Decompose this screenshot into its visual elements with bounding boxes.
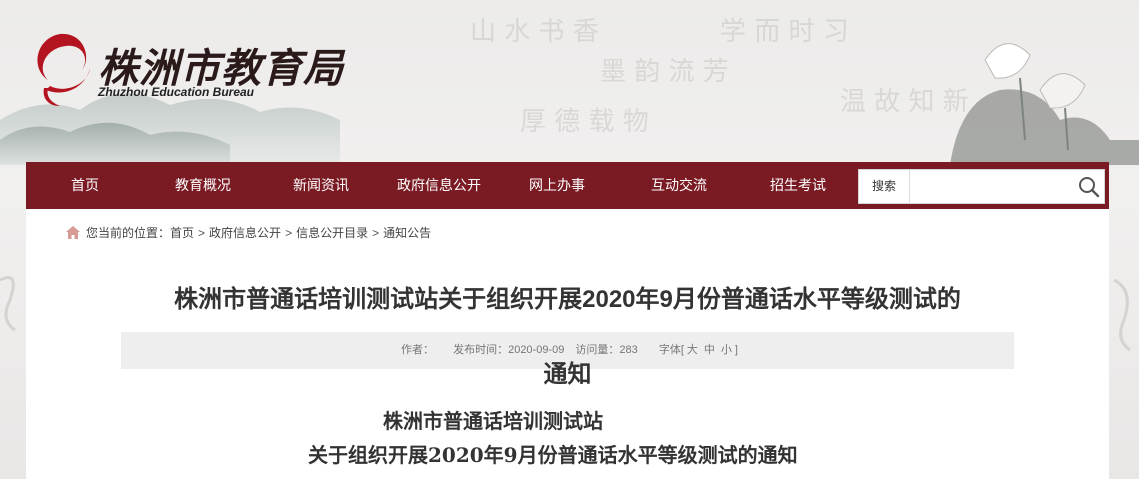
main-nav: 首页 教育概况 新闻资讯 政府信息公开 网上办事 互动交流 招生考试 搜索 [26, 162, 1109, 210]
home-icon [66, 226, 80, 239]
breadcrumb-item-gov-info[interactable]: 政府信息公开 [209, 224, 281, 241]
search-label: 搜索 [859, 170, 910, 203]
nav-item-online-service[interactable]: 网上办事 [498, 162, 616, 209]
svg-text:山 水 书 香: 山 水 书 香 [470, 17, 599, 47]
svg-text:学 而 时 习: 学 而 时 习 [720, 17, 849, 47]
page: 山 水 书 香 墨 韵 流 芳 学 而 时 习 温 故 知 新 厚 德 载 物 … [0, 0, 1139, 479]
breadcrumb-prefix: 您当前的位置： [86, 226, 171, 240]
logo-emblem-icon [37, 33, 90, 106]
breadcrumb-separator: > [285, 225, 293, 240]
nav-item-overview[interactable]: 教育概况 [144, 162, 262, 209]
article-body-heading-org: 株洲市普通话培训测试站 [383, 409, 603, 433]
svg-text:厚 德 载 物: 厚 德 载 物 [520, 107, 649, 137]
nav-item-admissions[interactable]: 招生考试 [742, 162, 854, 209]
site-logo[interactable]: 株洲市教育局 Zhuzhou Education Bureau [26, 28, 343, 112]
breadcrumb-item-notice[interactable]: 通知公告 [383, 224, 431, 241]
breadcrumb-separator: > [372, 225, 380, 240]
article-body-heading-subject: 关于组织开展2020年9月份普通话水平等级测试的通知 [308, 443, 798, 467]
nav-item-interaction[interactable]: 互动交流 [616, 162, 742, 209]
article-title-continued: 通知 [543, 361, 592, 388]
svg-text:温 故 知 新: 温 故 知 新 [840, 87, 969, 117]
breadcrumb-item-catalog[interactable]: 信息公开目录 [296, 224, 368, 241]
logo-english-text: Zhuzhou Education Bureau [98, 85, 254, 99]
svg-text:墨 韵 流 芳: 墨 韵 流 芳 [600, 57, 729, 87]
search-box: 搜索 [858, 169, 1105, 204]
content-panel: 您当前的位置： 首页 > 政府信息公开 > 信息公开目录 > 通知公告 株洲市普… [26, 209, 1109, 479]
search-icon[interactable] [1076, 174, 1102, 200]
nav-item-news[interactable]: 新闻资讯 [262, 162, 380, 209]
search-input[interactable] [913, 174, 1077, 200]
article-title: 株洲市普通话培训测试站关于组织开展2020年9月份普通话水平等级测试的 [174, 286, 961, 313]
nav-item-gov-info[interactable]: 政府信息公开 [380, 162, 498, 209]
breadcrumb-item-home[interactable]: 首页 [170, 224, 194, 241]
nav-item-home[interactable]: 首页 [26, 162, 144, 209]
breadcrumb: 您当前的位置： 首页 > 政府信息公开 > 信息公开目录 > 通知公告 [66, 224, 431, 241]
breadcrumb-separator: > [198, 225, 206, 240]
